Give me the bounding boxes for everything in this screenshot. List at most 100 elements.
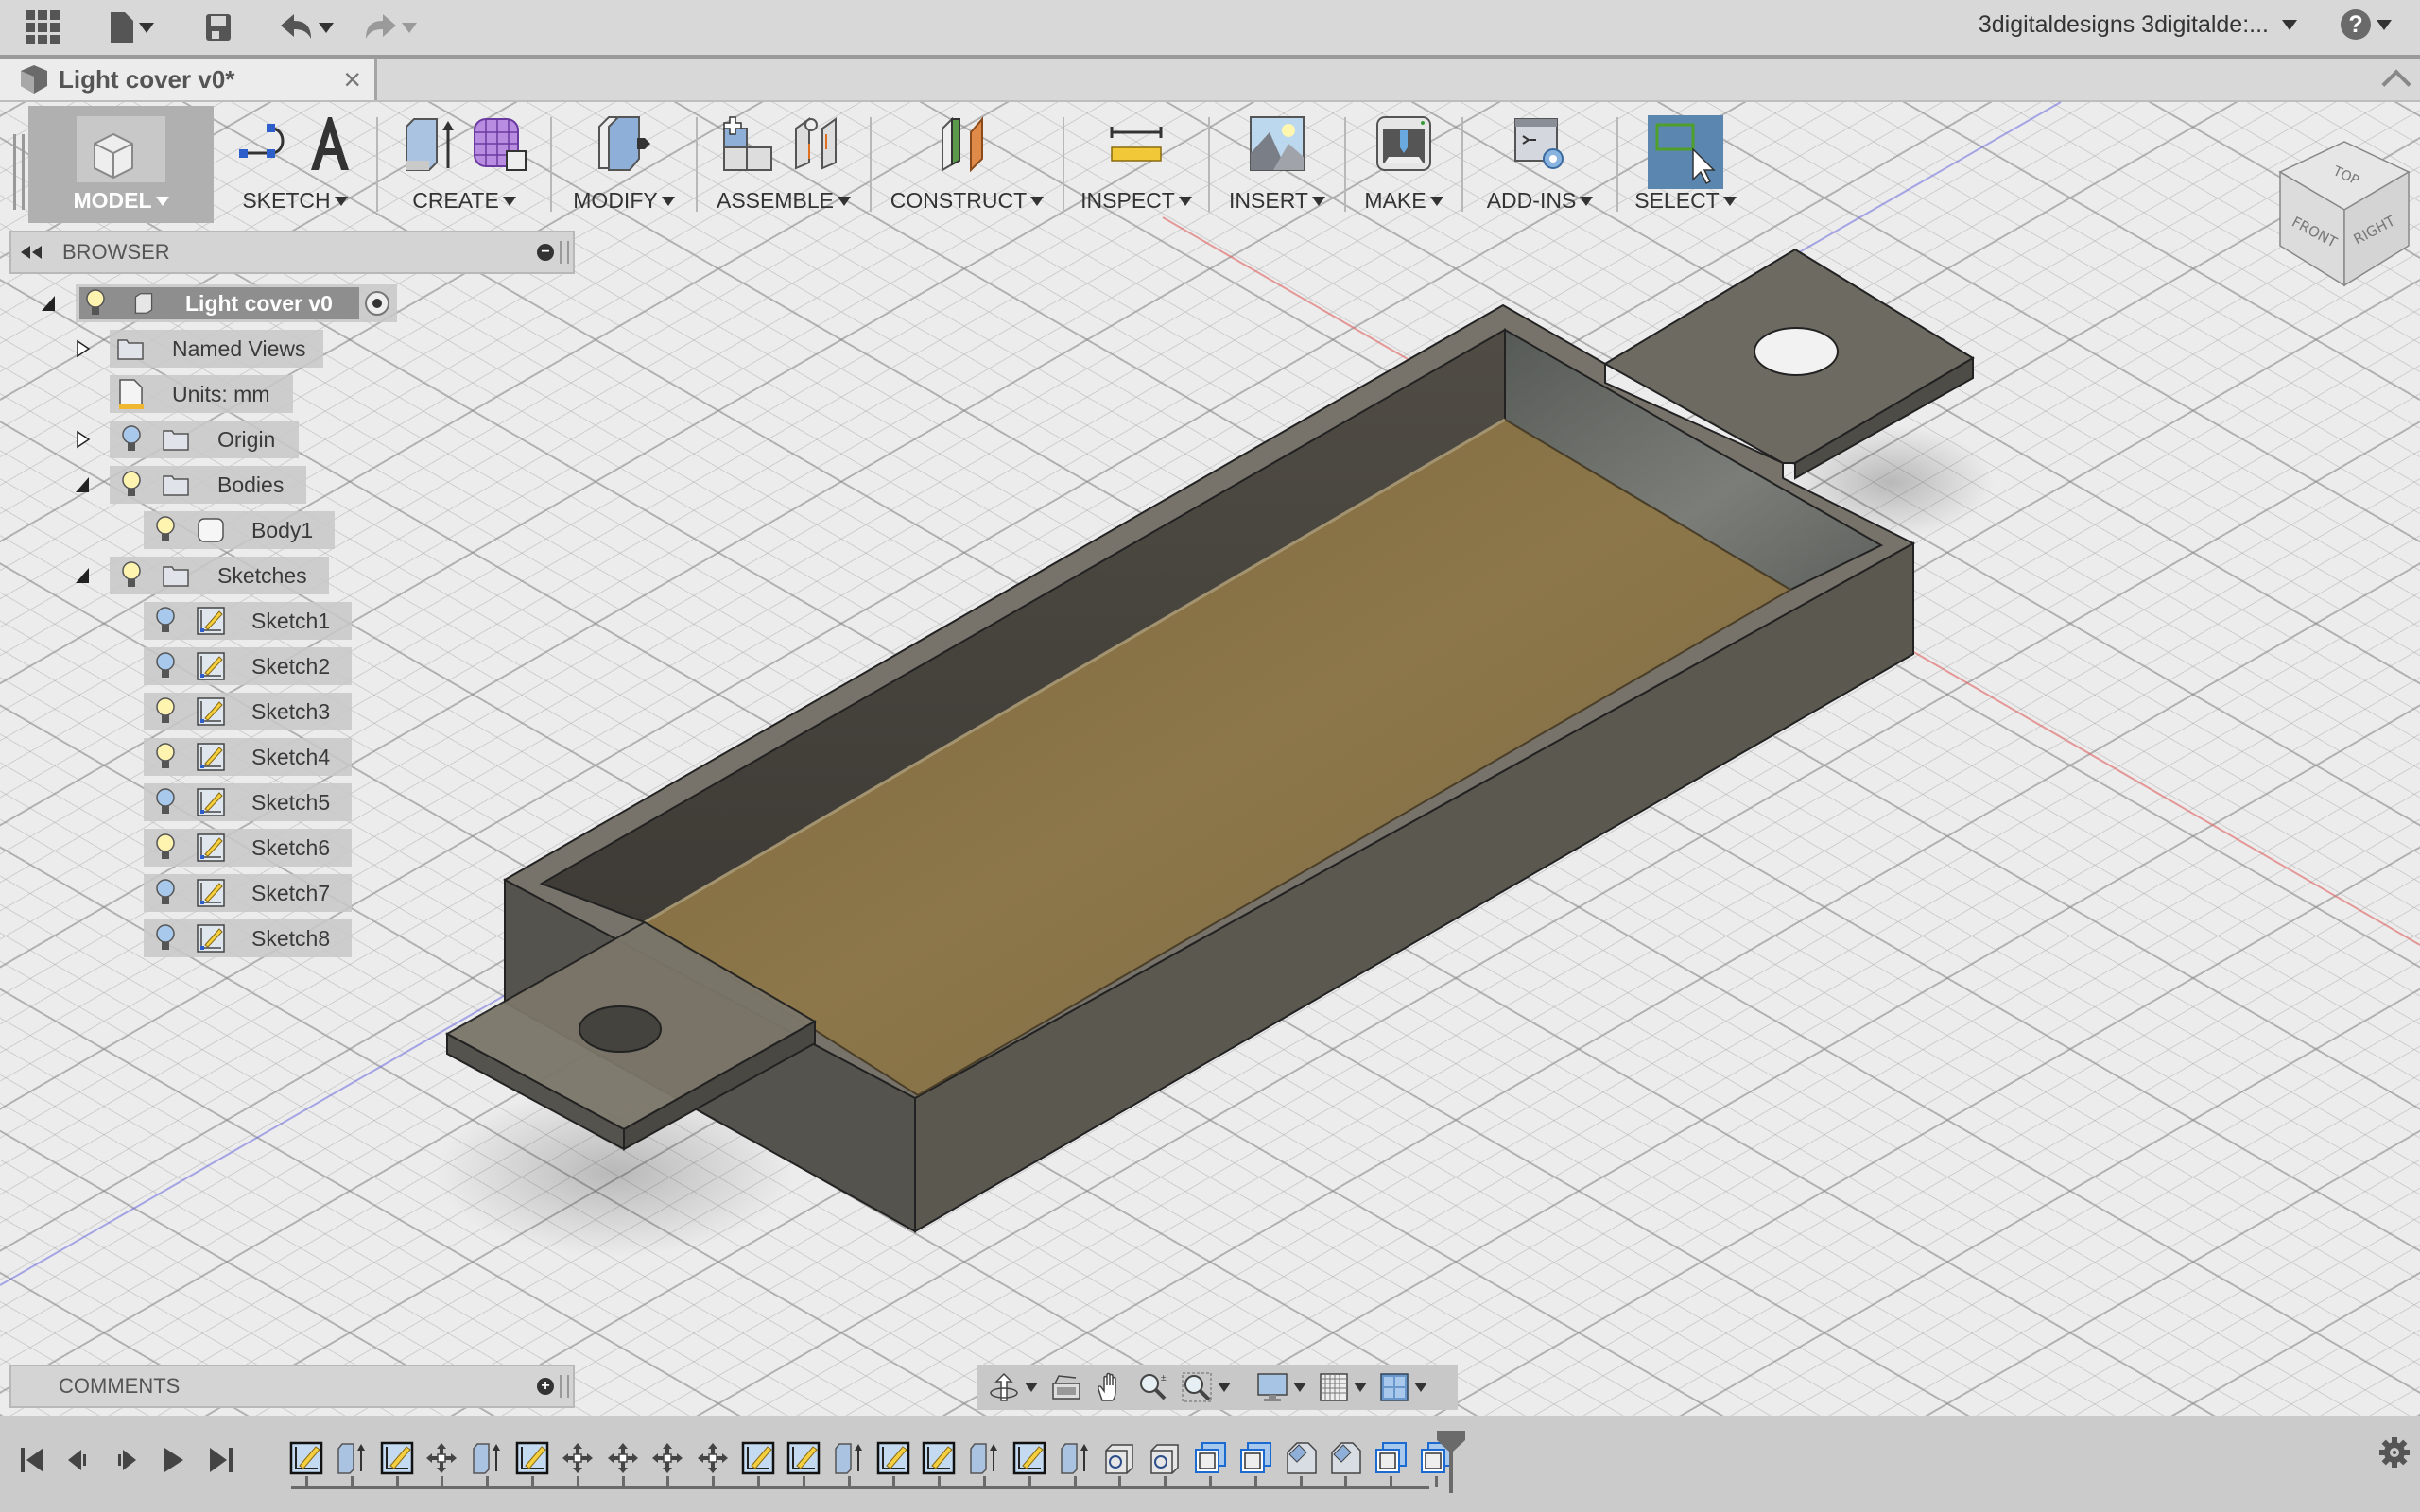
timeline-move-feature-icon[interactable] (650, 1441, 684, 1475)
browser-root-item[interactable]: Light cover v0 (76, 284, 397, 322)
sketch-item[interactable]: Sketch1 (144, 602, 352, 640)
timeline-move-feature-icon[interactable] (424, 1441, 458, 1475)
timeline-tick (351, 1476, 354, 1487)
visibility-bulb-icon[interactable] (85, 289, 106, 318)
timeline-first-button[interactable] (17, 1444, 49, 1476)
look-at-button[interactable] (1051, 1374, 1081, 1400)
pan-button[interactable] (1095, 1372, 1125, 1402)
ribbon-group-assemble[interactable]: ASSEMBLE (698, 106, 870, 223)
timeline-move-feature-icon[interactable] (606, 1441, 640, 1475)
named-views-item[interactable]: Named Views (110, 330, 323, 368)
timeline-move-feature-icon[interactable] (561, 1441, 595, 1475)
collapsed-triangle-icon[interactable] (74, 339, 93, 358)
sketch-item[interactable]: Sketch3 (144, 693, 352, 730)
ribbon-group-make[interactable]: MAKE (1346, 106, 1461, 223)
timeline-shell-feature-icon[interactable] (1238, 1441, 1272, 1475)
sketch-item[interactable]: Sketch6 (144, 829, 352, 867)
body1-item[interactable]: Body1 (144, 511, 335, 549)
origin-item[interactable]: Origin (110, 421, 299, 458)
sketch-item[interactable]: Sketch7 (144, 874, 352, 912)
visibility-bulb-icon[interactable] (155, 607, 176, 635)
sketch-item[interactable]: Sketch4 (144, 738, 352, 776)
timeline-chamfer-feature-icon[interactable] (1284, 1441, 1318, 1475)
timeline-sketch-feature-icon[interactable] (922, 1441, 956, 1475)
ribbon-grip[interactable] (13, 134, 25, 210)
timeline-sketch-feature-icon[interactable] (876, 1441, 910, 1475)
timeline-extrude-feature-icon[interactable] (967, 1441, 1001, 1475)
timeline-sketch-feature-icon[interactable] (786, 1441, 821, 1475)
ribbon-group-inspect[interactable]: INSPECT (1064, 106, 1208, 223)
ribbon-group-sketch[interactable]: SKETCH (214, 106, 376, 223)
visibility-bulb-icon[interactable] (121, 425, 142, 454)
timeline-hole-feature-icon[interactable] (1102, 1441, 1136, 1475)
collapsed-triangle-icon[interactable] (74, 430, 93, 449)
timeline-chamfer-feature-icon[interactable] (1328, 1441, 1362, 1475)
comments-panel-header: COMMENTS + (9, 1365, 575, 1408)
visibility-bulb-icon[interactable] (155, 924, 176, 953)
collapse-browser-icon[interactable] (21, 246, 42, 259)
visibility-bulb-icon[interactable] (155, 697, 176, 726)
ribbon-group-insert[interactable]: INSERT (1210, 106, 1344, 223)
sketch-icon (197, 697, 225, 726)
browser-collapse-button[interactable]: − (537, 244, 554, 261)
sketch-item[interactable]: Sketch2 (144, 647, 352, 685)
visibility-bulb-icon[interactable] (121, 561, 142, 590)
timeline-marker-handle[interactable] (1437, 1431, 1465, 1493)
sketches-item[interactable]: Sketches (110, 557, 329, 594)
ribbon-group-construct[interactable]: CONSTRUCT (872, 106, 1063, 223)
visibility-bulb-icon[interactable] (155, 879, 176, 907)
timeline-next-button[interactable] (110, 1444, 142, 1476)
visibility-bulb-icon[interactable] (155, 788, 176, 816)
visibility-bulb-icon[interactable] (155, 652, 176, 680)
timeline-hole-feature-icon[interactable] (1148, 1441, 1182, 1475)
expanded-triangle-icon[interactable] (40, 294, 59, 313)
visibility-bulb-icon[interactable] (155, 833, 176, 862)
timeline-extrude-feature-icon[interactable] (832, 1441, 866, 1475)
workspace-label: MODEL (73, 188, 152, 213)
orbit-button[interactable] (989, 1372, 1038, 1402)
timeline-tick (1164, 1476, 1167, 1487)
ribbon-group-add-ins[interactable]: ADD-INS (1463, 106, 1616, 223)
bodies-item[interactable]: Bodies (110, 466, 306, 504)
visibility-bulb-icon[interactable] (155, 516, 176, 544)
timeline-sketch-feature-icon[interactable] (289, 1441, 323, 1475)
workspace-model-button[interactable]: MODEL (28, 106, 214, 223)
activate-component-radio[interactable] (363, 289, 391, 318)
timeline-settings-gear-icon[interactable] (2378, 1436, 2411, 1469)
item-label: Sketch2 (251, 653, 331, 679)
ribbon-group-create[interactable]: CREATE (378, 106, 550, 223)
expanded-triangle-icon[interactable] (74, 566, 93, 585)
timeline-move-feature-icon[interactable] (696, 1441, 730, 1475)
timeline-play-button[interactable] (157, 1444, 189, 1476)
ribbon-group-modify[interactable]: MODIFY (552, 106, 696, 223)
timeline-extrude-feature-icon[interactable] (1058, 1441, 1092, 1475)
timeline-sketch-feature-icon[interactable] (515, 1441, 549, 1475)
timeline-extrude-feature-icon[interactable] (470, 1441, 504, 1475)
view-cube[interactable]: TOP FRONT RIGHT (2240, 132, 2420, 293)
fit-button[interactable] (1182, 1372, 1231, 1402)
ribbon-group-select[interactable]: SELECT (1618, 106, 1753, 223)
timeline-previous-button[interactable] (62, 1444, 95, 1476)
component-icon (134, 293, 153, 314)
visibility-bulb-icon[interactable] (121, 471, 142, 499)
timeline-shell-feature-icon[interactable] (1193, 1441, 1227, 1475)
sketch-item[interactable]: Sketch5 (144, 783, 352, 821)
item-label: Sketch6 (251, 834, 331, 860)
timeline-sketch-feature-icon[interactable] (380, 1441, 414, 1475)
expanded-triangle-icon[interactable] (74, 475, 93, 494)
zoom-button[interactable]: ± (1138, 1372, 1168, 1402)
timeline-extrude-feature-icon[interactable] (335, 1441, 369, 1475)
timeline-shell-feature-icon[interactable] (1374, 1441, 1408, 1475)
visibility-bulb-icon[interactable] (155, 743, 176, 771)
timeline-last-button[interactable] (204, 1444, 236, 1476)
viewports-button[interactable] (1380, 1373, 1427, 1401)
display-settings-button[interactable] (1257, 1372, 1306, 1402)
grid-settings-button[interactable] (1320, 1373, 1367, 1401)
timeline-sketch-feature-icon[interactable] (1012, 1441, 1046, 1475)
comments-panel-grip[interactable] (560, 1375, 569, 1398)
add-comment-button[interactable]: + (537, 1378, 554, 1395)
timeline-sketch-feature-icon[interactable] (741, 1441, 775, 1475)
browser-panel-grip[interactable] (560, 241, 569, 264)
units-item[interactable]: Units: mm (110, 375, 293, 413)
sketch-item[interactable]: Sketch8 (144, 919, 352, 957)
